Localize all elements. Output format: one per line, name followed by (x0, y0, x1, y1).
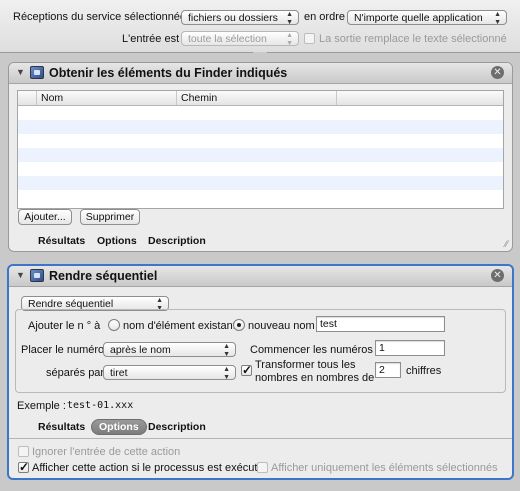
ignore-input-label: Ignorer l'entrée de cette action (32, 446, 181, 458)
popup-arrows-icon: ▲ ▼ (494, 11, 501, 25)
popup-arrows-icon: ▲ ▼ (223, 343, 230, 357)
tab-description[interactable]: Description (148, 235, 206, 247)
application-popup[interactable]: N'importe quelle application ▲ ▼ (347, 10, 507, 25)
radio-selected-dot (237, 323, 241, 327)
action-make-sequential: ▼ Rendre séquentiel ✕ Rendre séquentiel … (7, 264, 514, 480)
show-selected-checkbox[interactable] (257, 462, 268, 473)
place-number-label: Placer le numéro (21, 344, 105, 356)
show-action-label: Afficher cette action si le processus es… (32, 462, 264, 474)
column-header-extra (336, 91, 505, 105)
example-value: test-01.xxx (67, 400, 134, 411)
add-number-label: Ajouter le n ° à (28, 320, 101, 332)
input-label: L'entrée est (122, 33, 180, 45)
receives-label: Réceptions du service sélectionnées (13, 11, 192, 23)
radio-new-name[interactable] (233, 319, 245, 331)
connector (253, 52, 267, 60)
table-header: Nom Chemin (18, 91, 503, 106)
action-title: Obtenir les éléments du Finder indiqués (49, 66, 288, 80)
input-popup-value: toute la sélection (188, 33, 267, 45)
application-popup-value: N'importe quelle application (354, 12, 483, 24)
separator-popup[interactable]: tiret ▲ ▼ (103, 365, 236, 380)
finder-action-icon (30, 66, 44, 79)
replace-text-label: La sortie remplace le texte sélectionné (319, 33, 507, 45)
example-label: Exemple : (17, 400, 66, 412)
replace-text-checkbox[interactable] (304, 33, 315, 44)
column-header-name[interactable]: Nom (36, 91, 176, 105)
check-icon: ✓ (19, 460, 30, 474)
popup-arrows-icon: ▲ ▼ (286, 32, 293, 46)
action-title: Rendre séquentiel (49, 269, 158, 283)
items-table[interactable]: Nom Chemin (17, 90, 504, 209)
receives-popup-value: fichiers ou dossiers (188, 12, 278, 24)
digits-label: chiffres (406, 365, 442, 377)
check-icon: ✓ (242, 363, 253, 377)
add-button[interactable]: Ajouter... (18, 209, 72, 225)
digits-field[interactable]: 2 (375, 362, 401, 378)
separator-value: tiret (110, 367, 128, 379)
new-name-field[interactable]: test (316, 316, 445, 332)
place-number-value: après le nom (110, 344, 171, 356)
tab-results[interactable]: Résultats (38, 421, 85, 433)
transform-checkbox[interactable]: ✓ (241, 363, 253, 377)
radio-existing-name[interactable] (108, 319, 120, 331)
receives-popup[interactable]: fichiers ou dossiers ▲ ▼ (181, 10, 299, 25)
disclosure-triangle-icon[interactable]: ▼ (16, 67, 25, 77)
table-row[interactable] (18, 176, 503, 190)
finder-action-icon (30, 269, 44, 282)
service-header: Réceptions du service sélectionnées fich… (0, 0, 520, 53)
action-tabs: Résultats Options Description (9, 235, 512, 253)
ignore-input-checkbox[interactable] (18, 446, 29, 457)
remove-button[interactable]: Supprimer (80, 209, 140, 225)
close-icon[interactable]: ✕ (491, 269, 504, 282)
start-number-field[interactable]: 1 (375, 340, 445, 356)
radio-existing-name-label: nom d'élément existant (123, 320, 236, 332)
show-action-checkbox[interactable]: ✓ (18, 460, 30, 474)
tab-options[interactable]: Options (91, 419, 147, 435)
separator-label: séparés par (46, 367, 105, 379)
table-row[interactable] (18, 148, 503, 162)
radio-new-name-label: nouveau nom (248, 320, 315, 332)
transform-label-1: Transformer tous les (255, 359, 356, 371)
start-number-label: Commencer les numéros à (250, 344, 383, 356)
action-tabs: Résultats Options Description (9, 419, 512, 437)
popup-arrows-icon: ▲ ▼ (286, 11, 293, 25)
action-title-bar[interactable]: ▼ Obtenir les éléments du Finder indiqué… (9, 63, 512, 84)
transform-label-2: nombres en nombres de (255, 372, 375, 384)
divider (9, 438, 512, 439)
show-selected-label: Afficher uniquement les éléments sélecti… (271, 462, 498, 474)
in-label: en ordre (304, 11, 345, 23)
close-icon[interactable]: ✕ (491, 66, 504, 79)
disclosure-triangle-icon[interactable]: ▼ (16, 270, 25, 280)
tab-results[interactable]: Résultats (38, 235, 85, 247)
resize-handle-icon[interactable]: ⁄⁄ (505, 239, 508, 249)
action-get-finder-items: ▼ Obtenir les éléments du Finder indiqué… (8, 62, 513, 252)
action-title-bar[interactable]: ▼ Rendre séquentiel ✕ (9, 266, 512, 287)
table-row[interactable] (18, 120, 503, 134)
column-header-path[interactable]: Chemin (176, 91, 336, 105)
tab-options[interactable]: Options (97, 235, 137, 247)
popup-arrows-icon: ▲ ▼ (223, 366, 230, 380)
tab-description[interactable]: Description (148, 421, 206, 433)
place-number-popup[interactable]: après le nom ▲ ▼ (103, 342, 236, 357)
input-popup[interactable]: toute la sélection ▲ ▼ (181, 31, 299, 46)
connector (253, 252, 267, 260)
